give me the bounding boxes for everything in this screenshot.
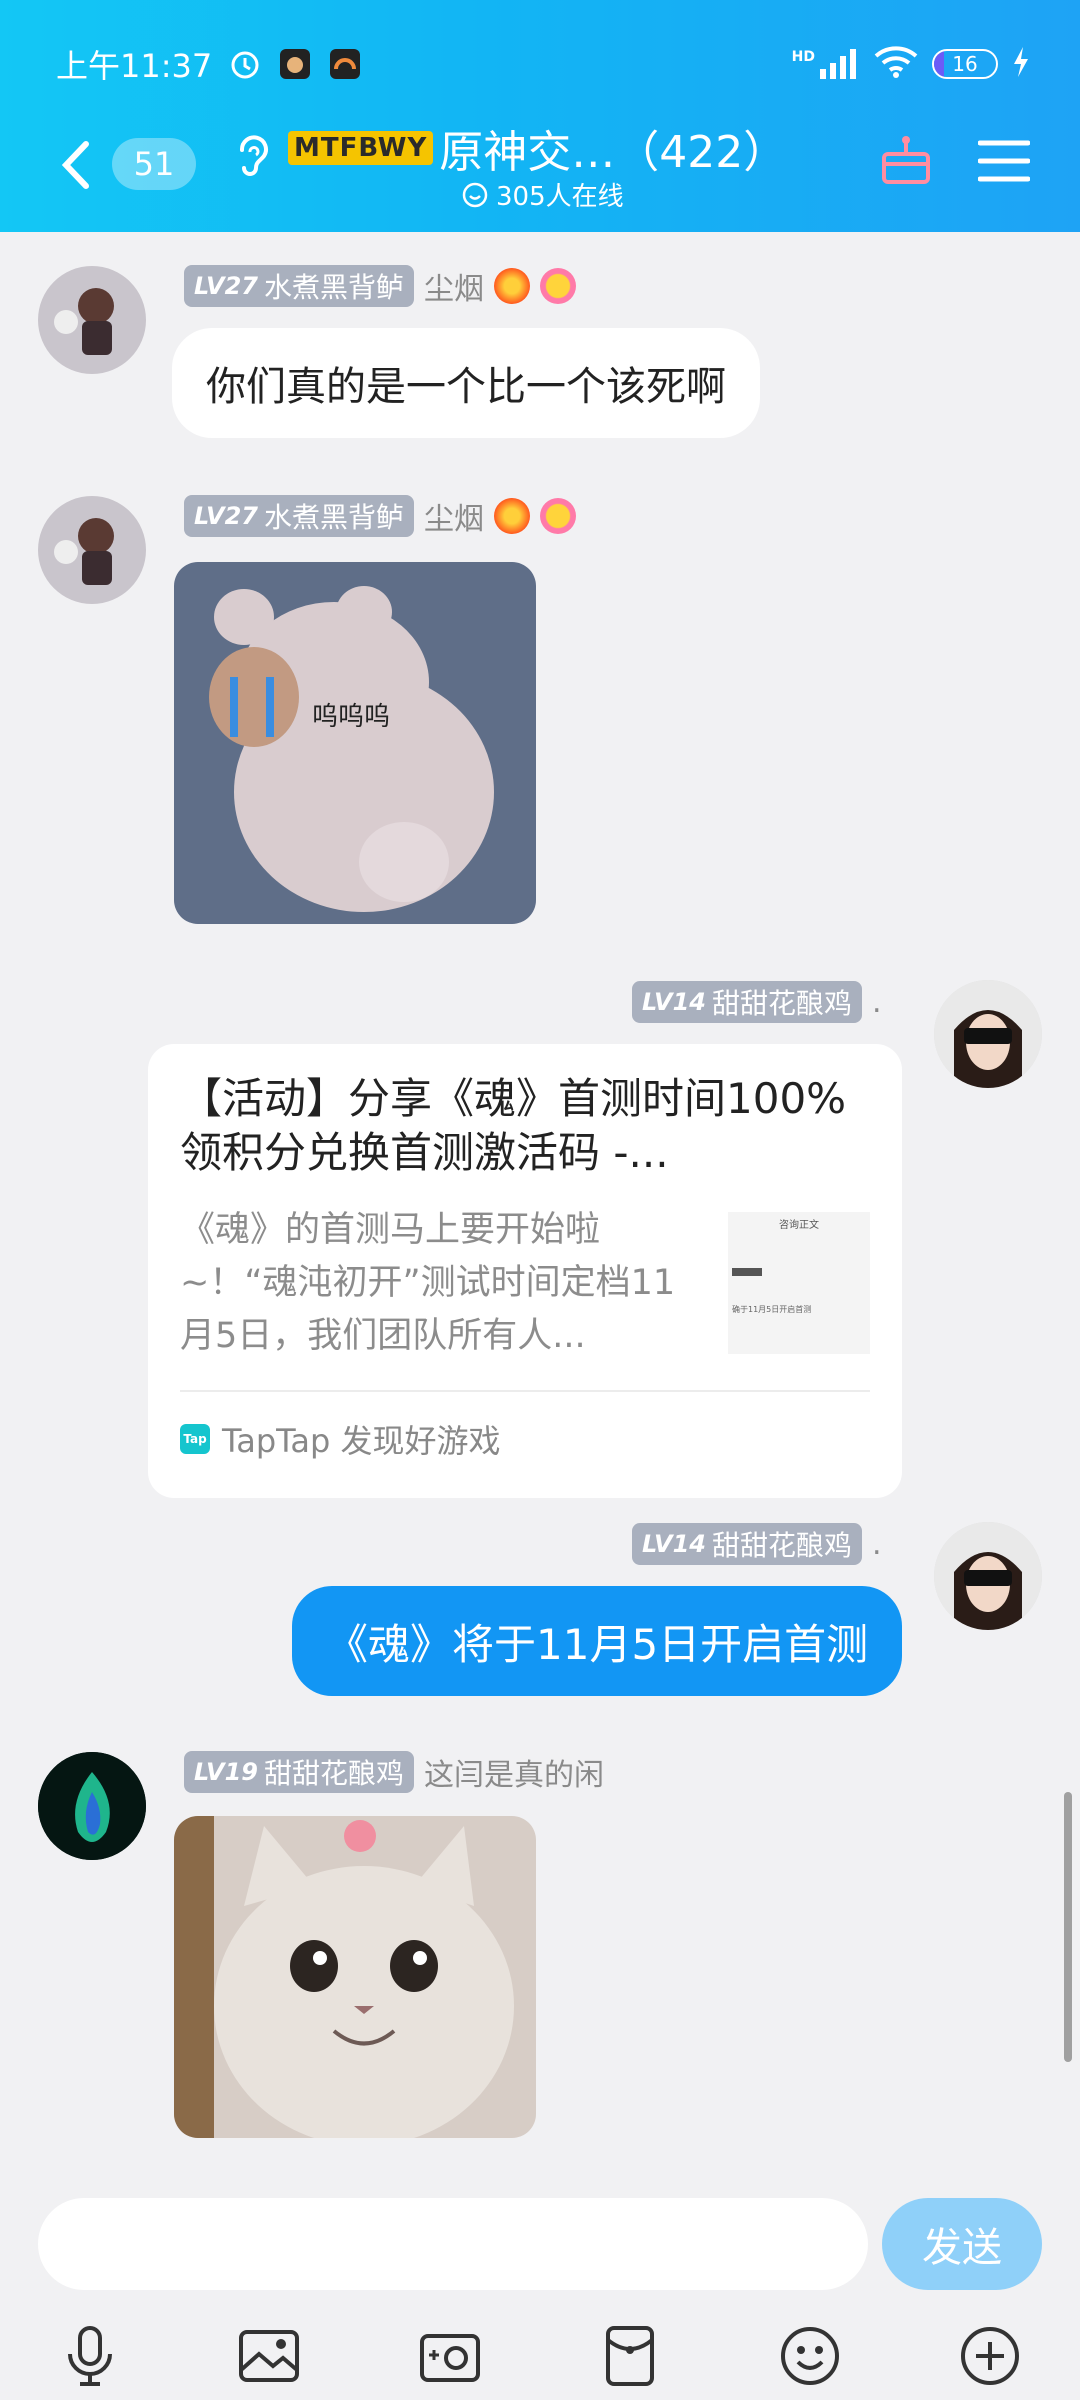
crying-bear-sticker [209,586,494,912]
card-thumb-heading: 咨询正文 [779,1220,819,1231]
smile-icon [462,182,488,207]
sender-name: 甜甜花酿鸡 [711,987,852,1020]
sender-title: . [871,1526,882,1562]
fire-icon [493,268,530,304]
card-thumbnail: 咨询正文 确于11月5日开启首测 [728,1212,870,1354]
sender-name: 甜甜花酿鸡 [263,1757,404,1790]
group-title[interactable]: MTFBWY 原神交…（422） [288,116,787,180]
sender-title: 尘烟 [423,272,484,307]
status-time: 上午11:37 [56,47,213,85]
card-thumb-line: 确于11月5日开启首测 [732,1305,812,1314]
card-divider [180,1390,870,1392]
app-notification-icon-2 [328,47,362,81]
level-text: LV14 [642,1530,706,1558]
message-meta: LV19 甜甜花酿鸡 这闫是真的闲 [184,1750,604,1794]
level-text: LV14 [642,988,706,1016]
sender-title: . [871,984,882,1020]
card-title: 【活动】分享《魂》首测时间100%领积分兑换首测激活码 -... [180,1074,847,1177]
message-text: 《魂》将于11月5日开启首测 [326,1619,869,1669]
camera-icon[interactable] [414,2320,486,2392]
flower-icon [539,498,576,534]
sender-avatar[interactable] [934,980,1042,1088]
level-text: LV27 [194,272,258,300]
sender-avatar[interactable] [934,1522,1042,1630]
group-name: 原神交…（422） [439,127,788,178]
battery-indicator: 16 [932,49,998,79]
ear-icon[interactable] [232,130,272,180]
status-bar: 上午11:37 HD 16 [56,40,1030,88]
fire-icon [493,498,530,534]
sticker-image[interactable]: 呜呜呜 [174,562,536,924]
group-badge: MTFBWY [288,131,434,165]
chat-header: 上午11:37 HD 16 51 MTFBWY 原神交…（422） 305人在线 [0,0,1080,232]
card-source-text: TapTap 发现好游戏 [222,1422,501,1460]
image-icon[interactable] [233,2320,305,2392]
online-status: 305人在线 [462,176,624,213]
status-right: HD 16 [792,46,1030,82]
plus-icon[interactable] [954,2320,1026,2392]
card-source: Tap TapTap 发现好游戏 [180,1416,501,1462]
message-text: 你们真的是一个比一个该死啊 [206,364,726,410]
composer-area: 发送 [0,2172,1080,2400]
message-bubble[interactable]: 《魂》将于11月5日开启首测 [292,1586,903,1696]
emoji-icon[interactable] [774,2320,846,2392]
nav-bar: 51 MTFBWY 原神交…（422） 305人在线 [0,110,1080,213]
message-input[interactable] [38,2198,868,2290]
message-meta: LV27 水煮黑背鲈 尘烟 [184,264,576,308]
send-button[interactable]: 发送 [882,2198,1042,2290]
sender-name: 甜甜花酿鸡 [711,1529,852,1562]
composer-toolbar [0,2320,1080,2396]
level-badge: LV14 甜甜花酿鸡 [632,1523,862,1565]
back-button[interactable] [56,140,96,190]
smiling-cat-sticker [174,1816,514,2138]
level-text: LV19 [194,1758,258,1786]
network-label: HD [791,49,815,65]
level-badge: LV27 水煮黑背鲈 [184,495,414,537]
battery-fill [934,51,944,77]
scrollbar[interactable] [1064,1792,1072,2062]
message-meta: LV14 甜甜花酿鸡 . [632,980,882,1024]
thumb-bar [732,1268,762,1276]
sender-avatar[interactable] [38,496,146,604]
message-bubble[interactable]: 你们真的是一个比一个该死啊 [172,328,760,438]
message-meta: LV27 水煮黑背鲈 尘烟 [184,494,576,538]
battery-level: 16 [952,52,978,76]
red-packet-icon[interactable] [594,2320,666,2392]
wifi-icon [874,46,918,82]
menu-icon[interactable] [977,140,1031,182]
online-count: 305人在线 [496,182,624,212]
charging-icon [1012,47,1030,81]
gift-icon[interactable] [880,134,932,186]
app-notification-icon [278,47,312,81]
flower-icon [539,268,576,304]
sticker-caption: 呜呜呜 [312,702,391,732]
level-badge: LV14 甜甜花酿鸡 [632,981,862,1023]
sticker-image[interactable] [174,1816,536,2138]
link-card[interactable]: 【活动】分享《魂》首测时间100%领积分兑换首测激活码 -... 《魂》的首测马… [148,1044,902,1498]
sender-avatar[interactable] [38,1752,146,1860]
level-text: LV27 [194,502,258,530]
taptap-logo-icon: Tap [180,1424,210,1454]
message-meta: LV14 甜甜花酿鸡 . [632,1522,882,1566]
alarm-icon [228,47,262,81]
microphone-icon[interactable] [54,2320,126,2392]
card-description: 《魂》的首测马上要开始啦~！“魂沌初开”测试时间定档11月5日，我们团队所有人.… [180,1210,676,1356]
level-badge: LV27 水煮黑背鲈 [184,265,414,307]
sender-title: 这闫是真的闲 [423,1758,604,1793]
signal-icon: HD [792,49,860,79]
level-badge: LV19 甜甜花酿鸡 [184,1751,414,1793]
unread-count-badge[interactable]: 51 [112,138,196,190]
sender-title: 尘烟 [423,502,484,537]
message-list[interactable]: LV27 水煮黑背鲈 尘烟 你们真的是一个比一个该死啊 LV27 水煮黑背鲈 尘烟 … [0,232,1080,2172]
sender-name: 水煮黑背鲈 [263,501,404,534]
chevron-left-icon [61,141,89,189]
sender-name: 水煮黑背鲈 [263,271,404,304]
sender-avatar[interactable] [38,266,146,374]
